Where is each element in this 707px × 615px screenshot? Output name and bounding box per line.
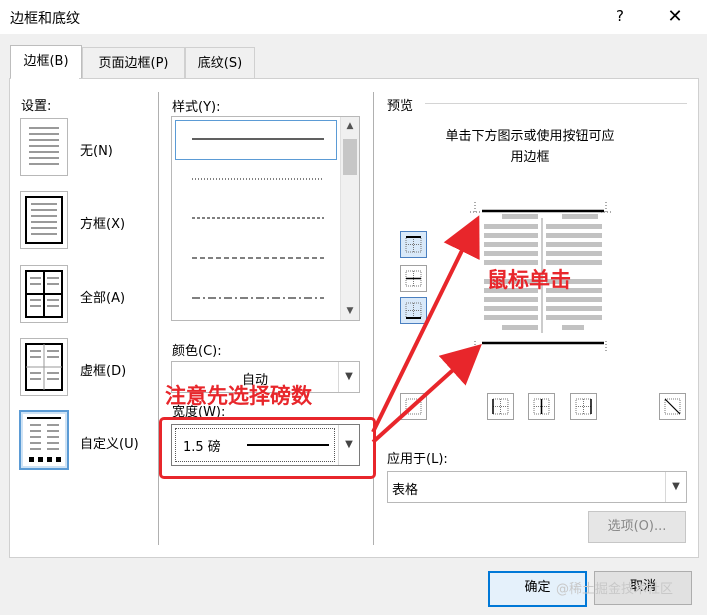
top-border-button[interactable]: [400, 231, 427, 258]
setting-custom-icon[interactable]: [19, 410, 69, 470]
tab-page-border[interactable]: 页面边框(P): [82, 47, 185, 79]
preview-hint-line2: 用边框: [510, 150, 550, 165]
options-button[interactable]: 选项(O)...: [588, 511, 686, 543]
apply-to-value: 表格: [392, 483, 419, 498]
diagonal-up-border-button[interactable]: [400, 393, 427, 420]
setting-box-icon[interactable]: [20, 191, 68, 249]
text-lines-icon: [29, 127, 59, 165]
setting-box-label[interactable]: 方框(X): [80, 213, 125, 232]
inside-horizontal-border-icon: [405, 270, 422, 287]
style-scrollbar[interactable]: ▲ ▼: [340, 117, 359, 320]
setting-grid-label[interactable]: 虚框(D): [80, 360, 126, 379]
scroll-down-icon[interactable]: ▼: [341, 302, 359, 320]
preview-hint-line1: 单击下方图示或使用按钮可应: [445, 129, 615, 144]
setting-all-icon[interactable]: [20, 265, 68, 323]
left-border-button[interactable]: [487, 393, 514, 420]
style-listbox[interactable]: ▲ ▼: [171, 116, 360, 321]
line-style-samples: [192, 138, 324, 299]
scroll-thumb[interactable]: [343, 139, 357, 175]
apply-to-dropdown[interactable]: 表格 ▼: [387, 471, 687, 503]
annotation-width-note: 注意先选择磅数: [165, 384, 312, 408]
close-button[interactable]: ✕: [664, 6, 686, 28]
scroll-up-icon[interactable]: ▲: [341, 117, 359, 135]
right-border-icon: [575, 398, 592, 415]
grid-border-icon: [25, 343, 63, 391]
apply-to-label: 应用于(L):: [387, 452, 448, 467]
separator-left: [158, 92, 159, 545]
box-border-icon: [25, 196, 63, 244]
style-label: 样式(Y):: [172, 100, 221, 115]
preview-heading-rule: [425, 103, 687, 104]
annotation-click-note: 鼠标单击: [487, 268, 571, 292]
diagonal-down-icon: [664, 398, 681, 415]
inside-horizontal-border-button[interactable]: [400, 265, 427, 292]
inside-vertical-border-button[interactable]: [528, 393, 555, 420]
custom-border-icon: [27, 417, 61, 462]
bottom-border-button[interactable]: [400, 297, 427, 324]
right-border-button[interactable]: [570, 393, 597, 420]
settings-heading: 设置:: [21, 99, 52, 114]
setting-none-icon[interactable]: [20, 118, 68, 176]
diagonal-up-icon: [405, 398, 422, 415]
title-bar: [0, 0, 707, 34]
inside-vertical-border-icon: [533, 398, 550, 415]
setting-all-label[interactable]: 全部(A): [80, 287, 125, 306]
chevron-down-icon[interactable]: ▼: [665, 472, 686, 502]
bottom-border-icon: [405, 302, 422, 319]
color-label: 颜色(C):: [172, 344, 222, 359]
annotation-highlight-box: [159, 417, 376, 479]
dialog-title: 边框和底纹: [10, 11, 80, 27]
setting-grid-icon[interactable]: [20, 338, 68, 396]
preview-heading: 预览: [387, 99, 414, 114]
tab-borders[interactable]: 边框(B): [10, 45, 82, 80]
top-border-icon: [405, 236, 422, 253]
setting-custom-label[interactable]: 自定义(U): [80, 433, 139, 452]
chevron-down-icon[interactable]: ▼: [338, 362, 359, 392]
help-button[interactable]: ?: [610, 6, 630, 26]
all-borders-icon: [25, 270, 63, 318]
left-border-icon: [492, 398, 509, 415]
watermark: @稀土掘金技术社区: [556, 582, 674, 597]
tab-shading[interactable]: 底纹(S): [185, 47, 255, 79]
active-tab-join: [11, 77, 79, 80]
setting-none-label[interactable]: 无(N): [80, 140, 113, 159]
diagonal-down-border-button[interactable]: [659, 393, 686, 420]
